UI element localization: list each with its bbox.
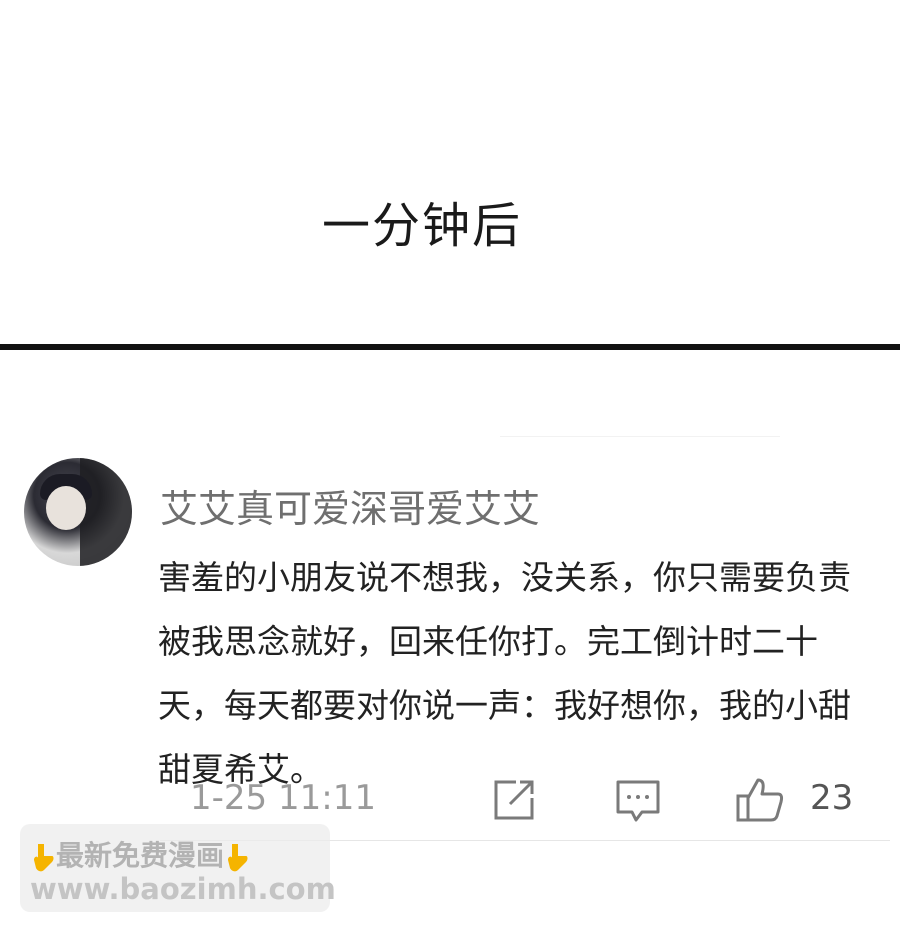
avatar-face [46, 486, 86, 530]
panel-divider [0, 344, 900, 350]
watermark-line1: 最新免费漫画 [30, 834, 250, 874]
reply-icon[interactable] [614, 776, 662, 824]
panel-caption: 一分钟后 [322, 198, 523, 254]
comment-timestamp: 1-25 11:11 [190, 778, 376, 818]
like-icon[interactable] [736, 776, 784, 824]
watermark-text1: 最新免费漫画 [56, 839, 225, 872]
pointing-down-icon [30, 842, 56, 872]
faint-divider [500, 436, 780, 437]
watermark-url: www.baozimh.com [30, 872, 336, 906]
comment-meta-row: 1-25 11:11 23 [190, 776, 870, 826]
share-icon[interactable] [490, 776, 538, 824]
avatar[interactable] [24, 458, 132, 566]
comment-username[interactable]: 艾艾真可爱深哥爱艾艾 [160, 478, 540, 533]
watermark: 最新免费漫画 www.baozimh.com [20, 824, 336, 912]
avatar-shade [80, 458, 132, 566]
comment-text: 害羞的小朋友说不想我，没关系，你只需要负责被我思念就好，回来任你打。完工倒计时二… [158, 558, 851, 789]
pointing-down-icon [224, 842, 250, 872]
like-count: 23 [810, 778, 854, 818]
